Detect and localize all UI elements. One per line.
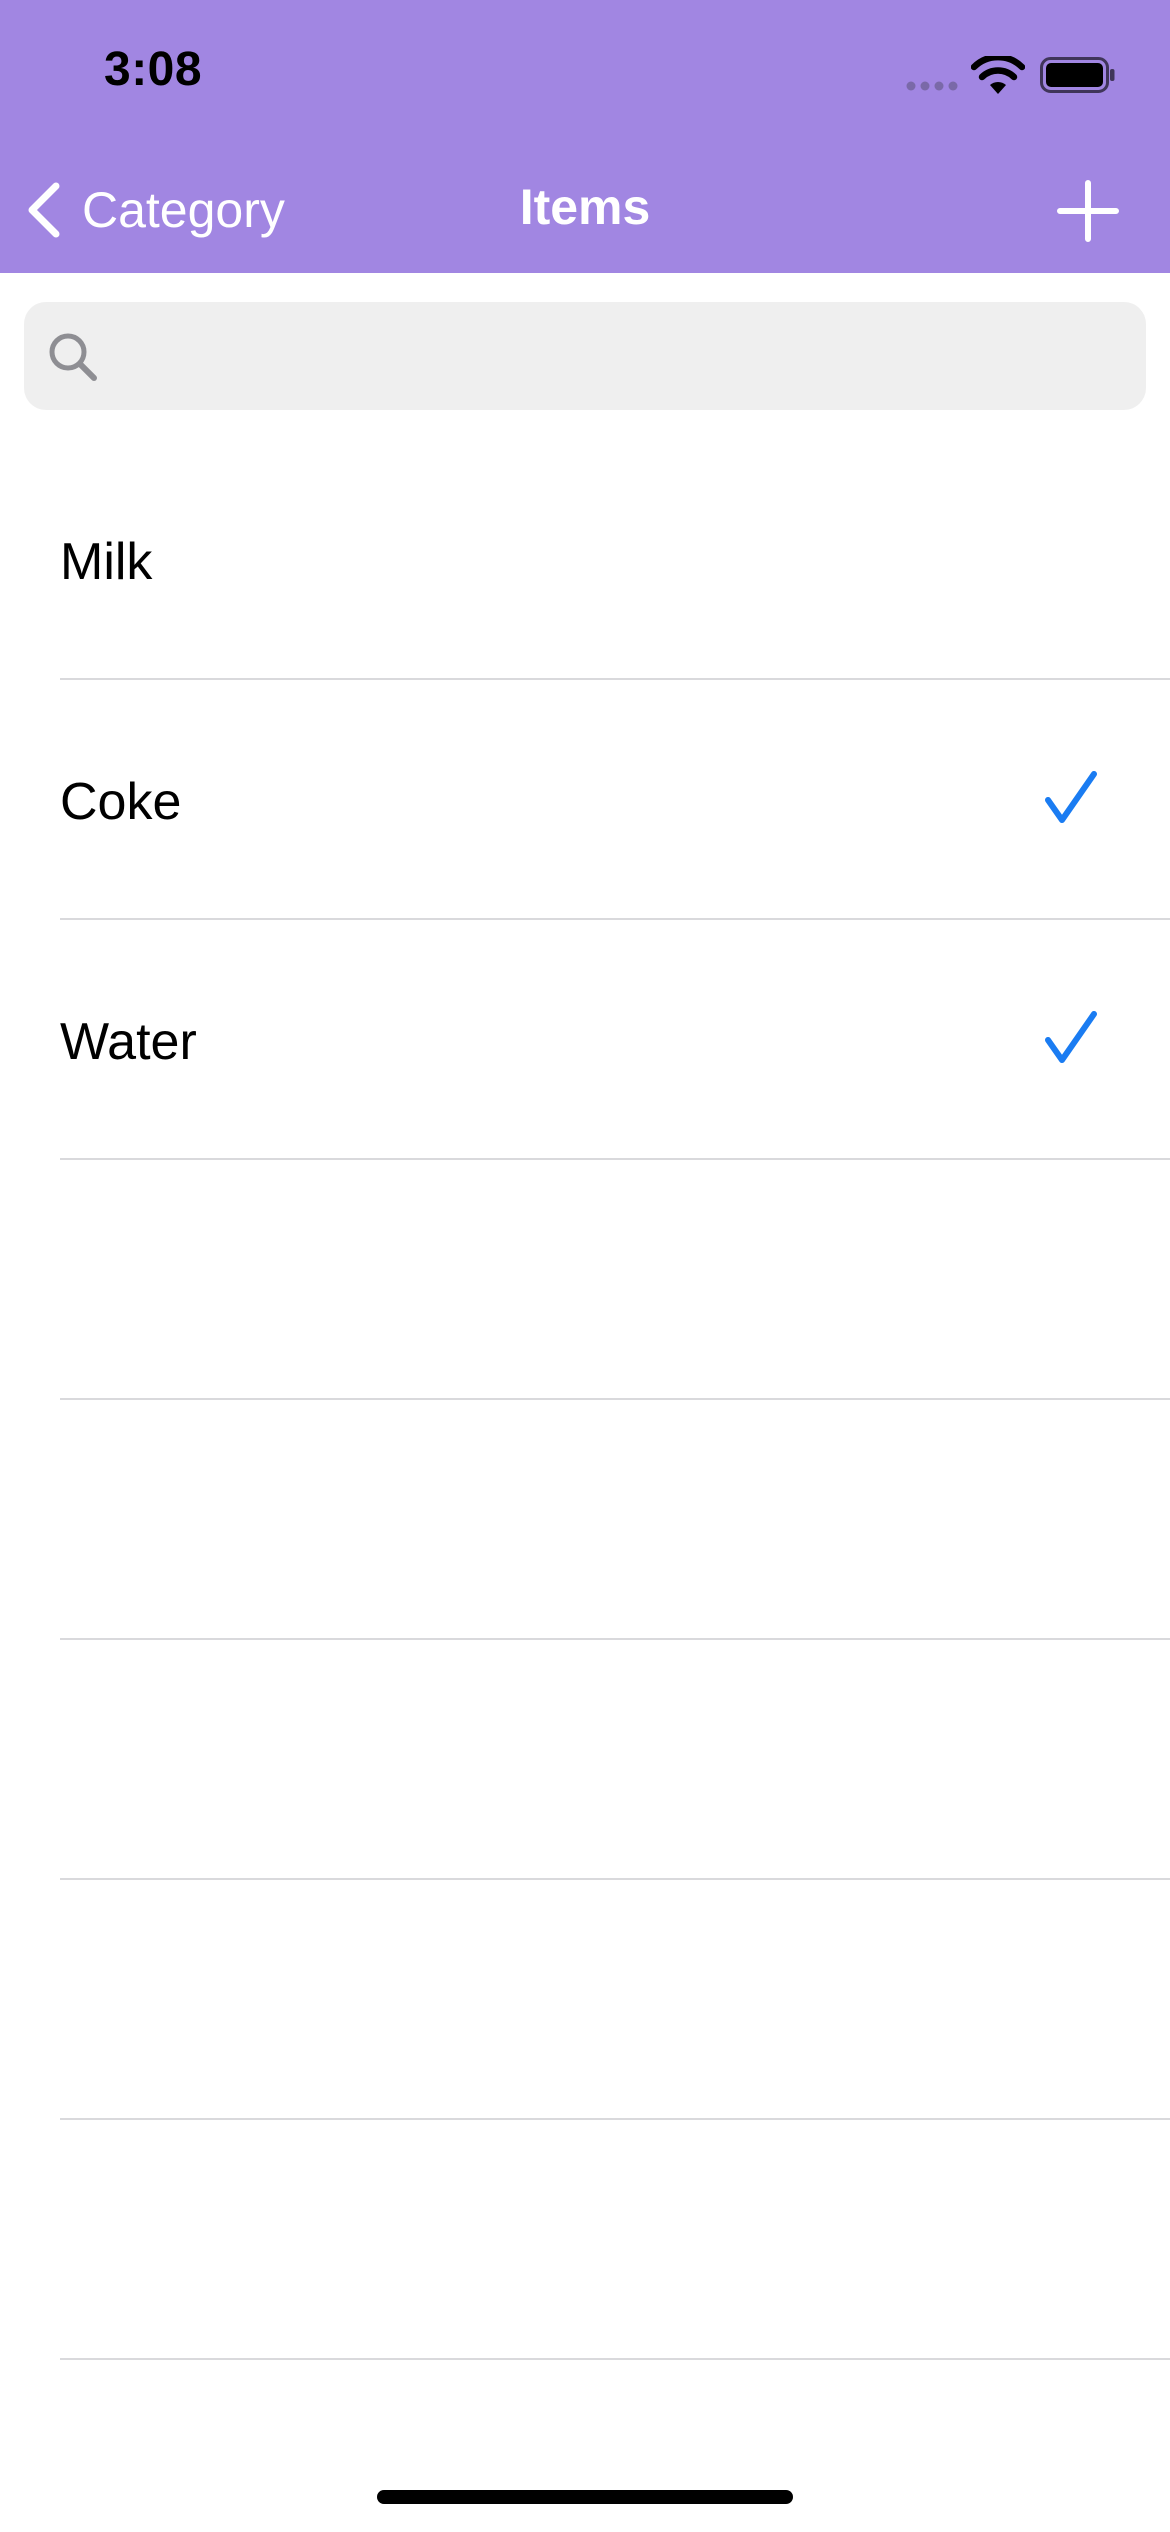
search-icon <box>49 333 97 381</box>
list-item[interactable]: Milk <box>0 440 1170 680</box>
wifi-icon <box>971 56 1025 94</box>
chevron-left-icon <box>28 182 60 238</box>
list-item[interactable]: Water <box>0 920 1170 1160</box>
list-item[interactable] <box>0 2120 1170 2360</box>
checkmark-icon <box>1045 771 1097 823</box>
signal-dots-icon <box>906 81 958 91</box>
list-item-label: Water <box>60 1013 197 1071</box>
list-item[interactable]: Coke <box>0 680 1170 920</box>
row-separator <box>60 2358 1170 2360</box>
header: 3:08 Category Items <box>0 0 1170 273</box>
list-item-label: Coke <box>60 773 182 831</box>
items-screen: 3:08 Category Items Milk Coke Water <box>0 0 1170 2532</box>
navigation-bar: Category Items <box>0 150 1170 273</box>
back-button-label: Category <box>82 182 285 238</box>
items-list: Milk Coke Water <box>0 440 1170 2360</box>
list-item[interactable] <box>0 1880 1170 2120</box>
list-item[interactable] <box>0 1400 1170 1640</box>
list-item-label: Milk <box>60 533 153 591</box>
battery-icon <box>1040 57 1115 93</box>
list-item[interactable] <box>0 1640 1170 1880</box>
home-indicator <box>377 2490 793 2504</box>
status-bar: 3:08 <box>0 0 1170 150</box>
plus-icon[interactable] <box>1055 178 1121 244</box>
checkmark-icon <box>1045 1011 1097 1063</box>
status-time: 3:08 <box>104 43 203 96</box>
search-bar <box>24 302 1146 410</box>
search-input[interactable] <box>114 302 1124 410</box>
back-button[interactable]: Category <box>24 170 285 250</box>
list-item[interactable] <box>0 1160 1170 1400</box>
